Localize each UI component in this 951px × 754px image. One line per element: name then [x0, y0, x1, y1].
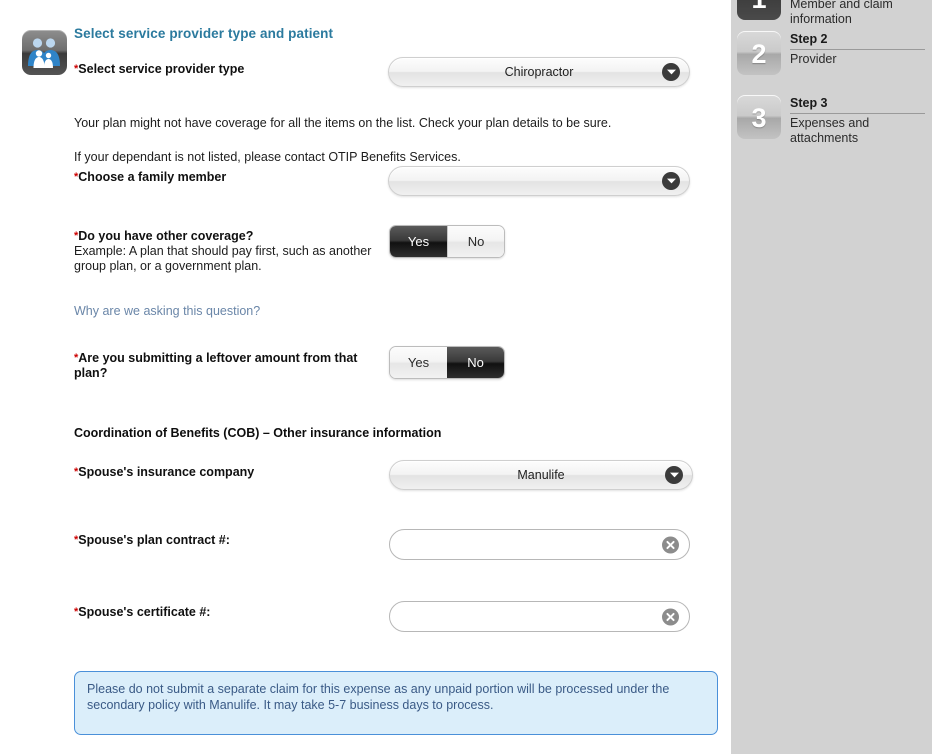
- spouse-plan-contract-label: *Spouse's plan contract #:: [74, 533, 230, 548]
- spouse-plan-contract-label-text: Spouse's plan contract #:: [78, 533, 230, 547]
- chevron-down-icon[interactable]: [662, 172, 680, 190]
- spouse-insurance-company-label-text: Spouse's insurance company: [78, 465, 255, 479]
- spouse-insurance-company-dropdown[interactable]: Manulife: [389, 460, 693, 490]
- step-2-title: Step 2: [790, 32, 925, 50]
- family-member-label-text: Choose a family member: [78, 170, 227, 184]
- other-coverage-no[interactable]: No: [447, 226, 504, 257]
- required-asterisk: *: [74, 352, 78, 364]
- required-asterisk: *: [74, 171, 78, 183]
- spouse-certificate-input[interactable]: [389, 601, 690, 632]
- provider-type-label-text: Select service provider type: [78, 62, 245, 76]
- leftover-amount-label-text: Are you submitting a leftover amount fro…: [74, 351, 358, 380]
- info-box-text: Please do not submit a separate claim fo…: [87, 682, 670, 712]
- other-coverage-label: *Do you have other coverage?: [74, 229, 253, 244]
- form-panel: Select service provider type and patient…: [0, 0, 731, 754]
- spouse-insurance-company-label: *Spouse's insurance company: [74, 465, 254, 480]
- required-asterisk: *: [74, 534, 78, 546]
- why-asking-link[interactable]: Why are we asking this question?: [74, 304, 260, 319]
- step-1-text: Step 1 Member and claim information: [790, 0, 925, 27]
- spouse-insurance-company-value: Manulife: [517, 468, 565, 482]
- step-3-number: 3: [751, 103, 767, 133]
- step-3-title: Step 3: [790, 96, 925, 114]
- dependant-note: If your dependant is not listed, please …: [74, 150, 461, 164]
- other-coverage-yes[interactable]: Yes: [390, 226, 447, 257]
- other-coverage-label-text: Do you have other coverage?: [78, 229, 254, 243]
- clear-icon[interactable]: [662, 608, 679, 625]
- step-1-subtitle: Member and claim information: [790, 0, 893, 26]
- step-3-badge: 3: [737, 95, 781, 139]
- step-2-text: Step 2 Provider: [790, 31, 925, 67]
- sidebar-step-1[interactable]: 1 Step 1 Member and claim information: [737, 0, 927, 27]
- chevron-down-icon[interactable]: [665, 466, 683, 484]
- required-asterisk: *: [74, 606, 78, 618]
- page-title: Select service provider type and patient: [74, 26, 334, 41]
- chevron-down-icon[interactable]: [662, 63, 680, 81]
- other-coverage-toggle[interactable]: Yes No: [389, 225, 505, 258]
- step-sidebar: 1 Step 1 Member and claim information 2 …: [731, 0, 932, 754]
- clear-icon[interactable]: [662, 536, 679, 553]
- required-asterisk: *: [74, 230, 78, 242]
- required-asterisk: *: [74, 63, 78, 75]
- family-member-label: *Choose a family member: [74, 170, 226, 185]
- provider-type-dropdown[interactable]: Chiropractor: [388, 57, 690, 87]
- sidebar-step-3[interactable]: 3 Step 3 Expenses and attachments: [737, 95, 927, 146]
- leftover-amount-toggle[interactable]: Yes No: [389, 346, 505, 379]
- other-coverage-helper: Example: A plan that should pay first, s…: [74, 244, 372, 273]
- family-icon: [22, 30, 67, 75]
- step-2-number: 2: [751, 39, 767, 69]
- step-2-badge: 2: [737, 31, 781, 75]
- leftover-amount-label: *Are you submitting a leftover amount fr…: [74, 351, 374, 381]
- step-1-number: 1: [751, 0, 766, 14]
- sidebar-step-2[interactable]: 2 Step 2 Provider: [737, 31, 927, 75]
- step-2-subtitle: Provider: [790, 52, 837, 66]
- step-3-text: Step 3 Expenses and attachments: [790, 95, 925, 146]
- provider-type-value: Chiropractor: [504, 65, 574, 79]
- spouse-plan-contract-input[interactable]: [389, 529, 690, 560]
- info-box: Please do not submit a separate claim fo…: [74, 671, 718, 735]
- step-3-subtitle: Expenses and attachments: [790, 116, 870, 145]
- required-asterisk: *: [74, 466, 78, 478]
- claim-form-page: Select service provider type and patient…: [0, 0, 951, 754]
- cob-section-heading: Coordination of Benefits (COB) – Other i…: [74, 426, 442, 440]
- coverage-note: Your plan might not have coverage for al…: [74, 116, 612, 130]
- leftover-amount-no[interactable]: No: [447, 347, 504, 378]
- provider-type-label: *Select service provider type: [74, 62, 244, 77]
- family-member-dropdown[interactable]: [388, 166, 690, 196]
- spouse-certificate-label: *Spouse's certificate #:: [74, 605, 210, 620]
- leftover-amount-yes[interactable]: Yes: [390, 347, 447, 378]
- step-1-badge: 1: [737, 0, 781, 20]
- spouse-certificate-label-text: Spouse's certificate #:: [78, 605, 211, 619]
